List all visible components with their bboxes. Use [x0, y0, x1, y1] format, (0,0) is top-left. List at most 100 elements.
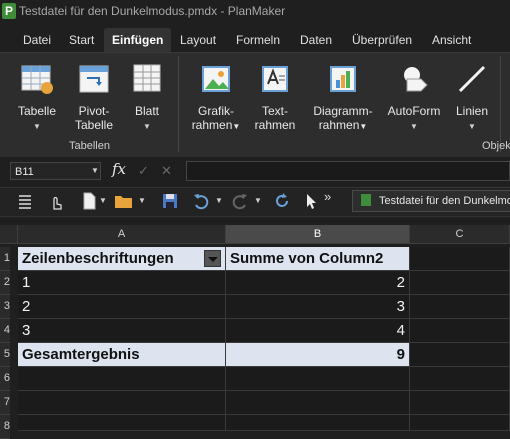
function-icon[interactable]: fx	[112, 160, 126, 178]
cell-c6[interactable]	[410, 367, 510, 391]
tab-einfuegen[interactable]: Einfügen	[104, 28, 172, 52]
chevron-down-icon[interactable]: ▼	[254, 196, 262, 205]
tabelle-button[interactable]: Tabelle ▼	[14, 62, 60, 134]
grafik-label-line1: Grafik-	[198, 104, 234, 118]
group-label-tabellen: Tabellen	[69, 140, 110, 152]
tab-formeln[interactable]: Formeln	[236, 28, 280, 52]
pivot-value-header[interactable]: Summe von Column2	[226, 247, 410, 271]
cell-b6[interactable]	[226, 367, 410, 391]
cell-c2[interactable]	[410, 271, 510, 295]
confirm-icon: ✓	[138, 163, 149, 178]
menu-lines-icon[interactable]	[18, 192, 32, 210]
chevron-down-icon[interactable]: ▼	[14, 120, 60, 134]
cell-a8[interactable]	[18, 415, 226, 431]
cell-b8[interactable]	[226, 415, 410, 431]
tab-datei[interactable]: Datei	[23, 28, 51, 52]
blatt-label: Blatt	[134, 104, 159, 118]
touch-mode-icon[interactable]	[48, 192, 64, 210]
chevron-down-icon[interactable]: ▼	[91, 166, 99, 175]
column-header-b[interactable]: B	[226, 225, 410, 244]
filter-dropdown-icon[interactable]	[204, 250, 221, 267]
chart-frame-icon	[330, 66, 356, 92]
planmaker-app-icon: P	[2, 3, 16, 19]
refresh-icon[interactable]	[273, 192, 291, 210]
diagramm-label-line2: rahmen▼	[318, 118, 368, 132]
row-header-3[interactable]: 3	[0, 295, 10, 319]
spreadsheet-grid: A B C 1 2 3 4 5 6 7 8 Zeilenbeschriftung…	[0, 225, 510, 439]
ribbon-separator	[178, 56, 179, 152]
tab-ueberpruefen[interactable]: Überprüfen	[352, 28, 412, 52]
tab-ansicht[interactable]: Ansicht	[432, 28, 471, 52]
grafikrahmen-button[interactable]: Grafik- rahmen▼	[190, 62, 242, 134]
linien-button[interactable]: Linien ▼	[452, 62, 492, 134]
pivot-label-line2: Tabelle	[74, 118, 114, 132]
row-header-6[interactable]: 6	[0, 367, 10, 391]
column-header-c[interactable]: C	[410, 225, 510, 244]
cell-c5[interactable]	[410, 343, 510, 367]
title-bar: P Testdatei für den Dunkelmodus.pmdx - P…	[0, 0, 510, 24]
window-title: Testdatei für den Dunkelmodus.pmdx - Pla…	[19, 4, 286, 18]
cell-reference-box[interactable]: B11	[10, 162, 101, 180]
pivot-row-labels-header[interactable]: Zeilenbeschriftungen	[18, 247, 226, 271]
tab-daten[interactable]: Daten	[300, 28, 332, 52]
cell-a2[interactable]: 1	[18, 271, 226, 295]
cell-a6[interactable]	[18, 367, 226, 391]
grand-total-value[interactable]: 9	[226, 343, 410, 367]
row-header-5[interactable]: 5	[0, 343, 10, 367]
row-header-7[interactable]: 7	[0, 391, 10, 415]
chevron-down-icon[interactable]: ▼	[452, 120, 492, 134]
autoshape-icon	[404, 67, 428, 92]
new-document-icon[interactable]	[82, 192, 96, 210]
tab-start[interactable]: Start	[69, 28, 94, 52]
cell-b3[interactable]: 3	[226, 295, 410, 319]
pivot-label-line1: Pivot-	[78, 104, 110, 118]
cell-c4[interactable]	[410, 319, 510, 343]
chevron-down-icon[interactable]: ▼	[99, 196, 107, 205]
cell-c3[interactable]	[410, 295, 510, 319]
grafik-label-line2: rahmen▼	[191, 118, 241, 132]
cell-b4[interactable]: 4	[226, 319, 410, 343]
row-header-2[interactable]: 2	[0, 271, 10, 295]
textrahmen-button[interactable]: Text- rahmen	[252, 62, 298, 132]
select-all-corner[interactable]	[0, 225, 18, 244]
chevron-down-icon[interactable]: ▼	[384, 120, 444, 134]
open-folder-icon[interactable]	[114, 192, 134, 210]
autoform-label: AutoForm	[387, 104, 441, 118]
redo-icon	[232, 194, 247, 210]
save-icon[interactable]	[162, 192, 178, 210]
row-header-1[interactable]: 1	[0, 247, 10, 271]
chevron-down-icon[interactable]: ▼	[126, 120, 168, 134]
text-frame-icon	[262, 66, 288, 92]
cell-b7[interactable]	[226, 391, 410, 415]
cell-c8[interactable]	[410, 415, 510, 431]
diagramm-label-line1: Diagramm-	[313, 104, 373, 118]
cancel-icon: ✕	[161, 163, 172, 178]
row-header-4[interactable]: 4	[0, 319, 10, 343]
cell-c1[interactable]	[410, 247, 510, 271]
linien-label: Linien	[455, 104, 489, 118]
cell-c7[interactable]	[410, 391, 510, 415]
formula-input[interactable]	[186, 161, 510, 181]
blatt-button[interactable]: Blatt ▼	[126, 62, 168, 134]
more-tools-icon[interactable]: »	[324, 189, 331, 204]
undo-icon[interactable]	[193, 192, 209, 210]
cell-a3[interactable]: 2	[18, 295, 226, 319]
cell-a7[interactable]	[18, 391, 226, 415]
diagrammrahmen-button[interactable]: Diagramm- rahmen▼	[310, 62, 376, 134]
chevron-down-icon[interactable]: ▼	[215, 196, 223, 205]
column-header-a[interactable]: A	[18, 225, 226, 244]
document-tab[interactable]: Testdatei für den Dunkelmodus.pmdx	[352, 190, 510, 212]
tab-layout[interactable]: Layout	[180, 28, 216, 52]
cell-a4[interactable]: 3	[18, 319, 226, 343]
row-header-8[interactable]: 8	[0, 415, 10, 439]
select-pointer-icon[interactable]	[305, 192, 317, 210]
chevron-down-icon[interactable]: ▼	[138, 196, 146, 205]
tabelle-label: Tabelle	[17, 104, 57, 118]
grand-total-label[interactable]: Gesamtergebnis	[18, 343, 226, 367]
line-icon	[458, 65, 486, 93]
autoform-button[interactable]: AutoForm ▼	[384, 62, 444, 134]
cell-b2[interactable]: 2	[226, 271, 410, 295]
ribbon-separator	[500, 56, 501, 152]
pivot-tabelle-button[interactable]: Pivot- Tabelle	[70, 62, 118, 132]
table-insert-icon	[21, 65, 53, 94]
